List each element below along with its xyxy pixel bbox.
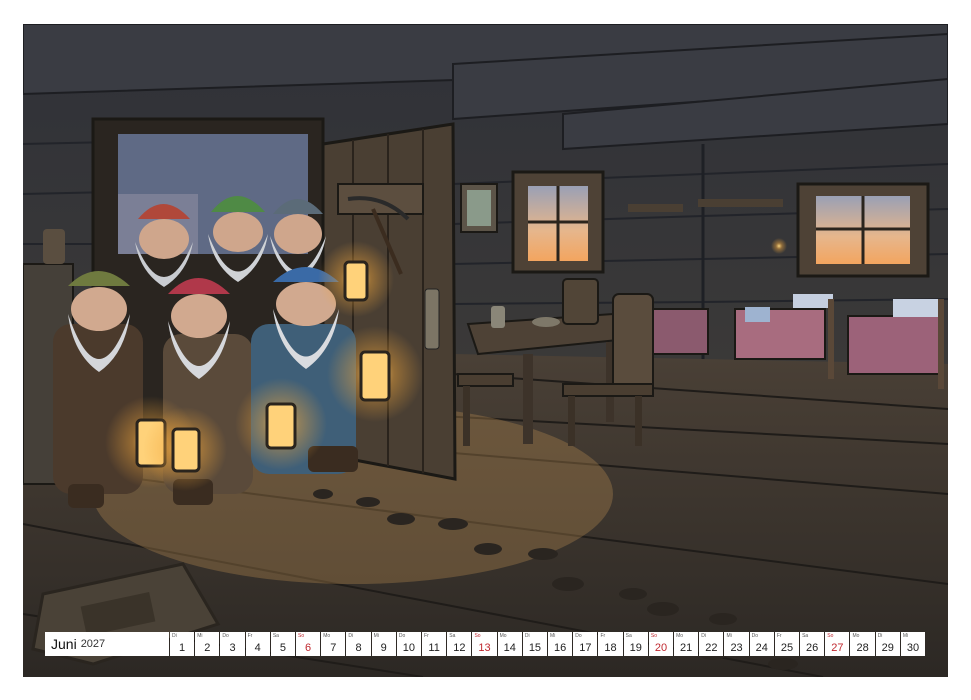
day-cell: So 6 (296, 632, 321, 656)
day-cell: Sa 19 (623, 632, 648, 656)
day-number: 25 (780, 642, 794, 654)
weekday-label: Do (398, 633, 406, 639)
day-number: 28 (856, 642, 869, 654)
day-number: 1 (179, 642, 186, 654)
day-number: 21 (680, 642, 693, 654)
day-number: 4 (254, 642, 261, 654)
day-number: 6 (305, 642, 312, 654)
day-cell: Sa 5 (270, 632, 296, 656)
day-number: 11 (428, 642, 440, 654)
month-name: Juni (51, 636, 77, 652)
weekday-label: Sa (449, 633, 456, 639)
day-number: 18 (604, 642, 617, 654)
weekday-label: Mi (726, 633, 732, 639)
weekday-label: Do (751, 633, 759, 639)
day-number: 19 (629, 642, 642, 654)
day-cell: Mo 21 (674, 632, 699, 656)
weekday-label: Do (222, 633, 229, 639)
weekday-label: Mo (676, 633, 684, 639)
weekday-label: Mo (499, 633, 507, 639)
day-number: 29 (881, 642, 894, 654)
weekday-label: Di (524, 633, 530, 639)
weekday-label: Di (877, 633, 883, 639)
weekday-label: Mi (550, 633, 556, 639)
day-number: 22 (705, 642, 718, 654)
weekday-label: Mi (902, 633, 909, 639)
day-cell: Mi 23 (724, 632, 749, 656)
day-number: 13 (478, 642, 491, 654)
month-year: 2027 (80, 638, 106, 650)
weekday-label: Sa (802, 633, 809, 639)
weekday-label: So (298, 633, 305, 639)
calendar-illustration (23, 24, 948, 677)
day-cell: Di 29 (875, 632, 900, 656)
weekday-label: Fr (424, 633, 429, 639)
weekday-label: Sa (272, 633, 279, 639)
weekday-label: Do (575, 633, 582, 639)
day-number: 10 (402, 642, 416, 654)
day-cell: Sa 26 (800, 632, 825, 656)
weekday-label: Fr (776, 633, 782, 639)
day-cell: Di 1 (170, 632, 195, 656)
day-cell: So 13 (472, 632, 497, 656)
weekday-label: Di (172, 633, 177, 639)
day-cell: Fr 25 (774, 632, 800, 656)
day-number: 7 (330, 642, 337, 654)
weekday-label: Mo (852, 633, 860, 639)
weekday-label: Sa (625, 633, 632, 639)
day-number: 30 (906, 642, 920, 654)
day-cell: Fr 11 (422, 632, 447, 656)
day-cell: Mi 9 (371, 632, 396, 656)
day-number: 20 (654, 642, 668, 654)
day-cell: Sa 12 (447, 632, 472, 656)
calendar-strip: Juni 2027 Di 1 Mi 2 Do 3 Fr 4 Sa 5 So 6 Mo 7 Di 8 Mi 9 Do 1… (45, 632, 926, 656)
day-cell: Fr 18 (598, 632, 623, 656)
weekday-label: Mi (373, 633, 379, 639)
day-cell: Do 3 (220, 632, 245, 656)
weekday-label: Di (701, 633, 706, 639)
day-number: 14 (503, 642, 516, 654)
day-number: 12 (453, 642, 466, 654)
day-cell: Di 15 (522, 632, 548, 656)
day-cell: Mi 30 (900, 632, 926, 656)
day-number: 5 (279, 642, 286, 654)
window-back (511, 170, 605, 274)
weekday-label: Fr (600, 633, 606, 639)
day-cell: Mo 7 (321, 632, 346, 656)
day-number: 8 (355, 642, 362, 654)
day-cell: Do 17 (573, 632, 598, 656)
weekday-label: So (827, 633, 834, 639)
day-number: 9 (380, 642, 387, 654)
day-cell: Mi 2 (195, 632, 220, 656)
weekday-label: Mo (323, 633, 331, 639)
gnomes-cabin-scene (23, 24, 948, 677)
day-number: 26 (806, 642, 819, 654)
day-number: 3 (229, 642, 236, 654)
day-number: 24 (755, 642, 768, 654)
day-cell: Di 8 (346, 632, 371, 656)
day-number: 27 (831, 642, 844, 654)
day-cell: So 27 (825, 632, 850, 656)
weekday-label: Mi (197, 633, 203, 639)
day-cell: Do 24 (749, 632, 774, 656)
day-cell: Mi 16 (548, 632, 573, 656)
weekday-label: Di (348, 633, 354, 639)
month-label: Juni 2027 (45, 632, 169, 656)
day-number: 17 (579, 642, 592, 654)
day-cell: Fr 4 (245, 632, 270, 656)
day-number: 16 (554, 642, 567, 654)
day-cell: Mo 14 (497, 632, 522, 656)
window-right (796, 182, 930, 278)
day-number: 15 (528, 642, 542, 654)
weekday-label: So (650, 633, 657, 639)
weekday-label: Fr (247, 633, 253, 639)
day-cell: Do 10 (396, 632, 422, 656)
day-cell: Di 22 (699, 632, 724, 656)
day-cell: So 20 (648, 632, 674, 656)
weekday-label: So (474, 633, 481, 639)
day-number: 23 (730, 642, 743, 654)
day-cell: Mo 28 (850, 632, 875, 656)
day-number: 2 (204, 642, 211, 654)
